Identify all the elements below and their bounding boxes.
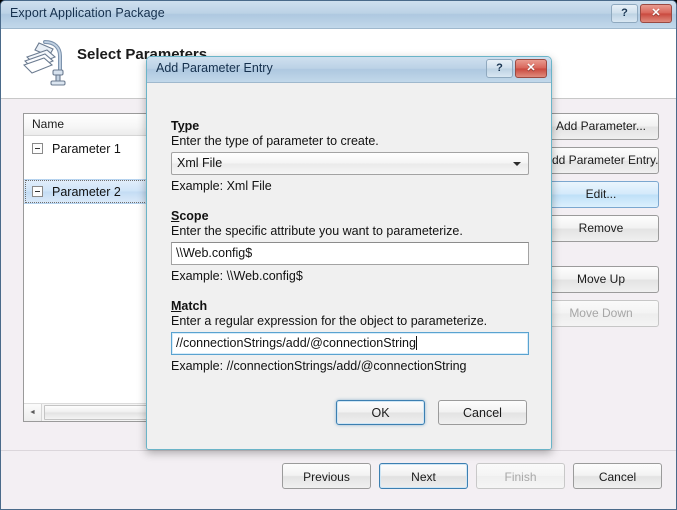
scope-example: Example: \\Web.config$ [171, 269, 303, 283]
dialog-body: Type Enter the type of parameter to crea… [147, 83, 551, 449]
match-example: Example: //connectionStrings/add/@connec… [171, 359, 467, 373]
package-clamp-icon [22, 40, 66, 86]
dialog-titlebar[interactable]: Add Parameter Entry ? ✕ [147, 57, 551, 83]
finish-button: Finish [476, 463, 565, 489]
dialog-ok-button[interactable]: OK [336, 400, 425, 425]
remove-button[interactable]: Remove [543, 215, 659, 242]
match-description: Enter a regular expression for the objec… [171, 314, 488, 328]
close-button[interactable]: ✕ [640, 4, 672, 23]
add-parameter-button[interactable]: Add Parameter... [543, 113, 659, 140]
dialog-help-button[interactable]: ? [486, 59, 513, 78]
wizard-footer-buttons: Previous Next Finish Cancel [282, 463, 662, 489]
type-select-value: Xml File [177, 156, 223, 170]
wizard-footer: Previous Next Finish Cancel [1, 450, 676, 509]
move-up-button[interactable]: Move Up [543, 266, 659, 293]
next-button[interactable]: Next [379, 463, 468, 489]
expander-icon[interactable] [32, 186, 43, 197]
dialog-title: Add Parameter Entry [156, 61, 273, 75]
match-input-value: //connectionStrings/add/@connectionStrin… [176, 336, 416, 350]
add-parameter-entry-button[interactable]: Add Parameter Entry... [543, 147, 659, 174]
expander-icon[interactable] [32, 143, 43, 154]
text-caret [415, 336, 417, 350]
chevron-down-icon[interactable] [513, 162, 521, 166]
match-field-group: Match Enter a regular expression for the… [171, 299, 529, 373]
scope-field-group: Scope Enter the specific attribute you w… [171, 209, 529, 283]
cancel-button[interactable]: Cancel [573, 463, 662, 489]
move-down-button: Move Down [543, 300, 659, 327]
match-input[interactable]: //connectionStrings/add/@connectionStrin… [171, 332, 529, 355]
help-button[interactable]: ? [611, 4, 638, 23]
previous-button[interactable]: Previous [282, 463, 371, 489]
type-label: Type [171, 119, 200, 133]
add-parameter-entry-dialog: Add Parameter Entry ? ✕ Type Enter the t… [146, 56, 552, 450]
scroll-left-icon[interactable]: ◄ [24, 404, 42, 421]
scope-input[interactable]: \\Web.config$ [171, 242, 529, 265]
dialog-cancel-button[interactable]: Cancel [438, 400, 527, 425]
screenshot-root: Export Application Package ? ✕ Select Pa… [0, 0, 677, 510]
side-button-column: Add Parameter... Add Parameter Entry... … [543, 113, 659, 327]
type-field-group: Type Enter the type of parameter to crea… [171, 119, 529, 193]
type-description: Enter the type of parameter to create. [171, 134, 379, 148]
dialog-close-button[interactable]: ✕ [515, 59, 547, 78]
scope-description: Enter the specific attribute you want to… [171, 224, 463, 238]
type-example: Example: Xml File [171, 179, 272, 193]
list-item-label: Parameter 1 [52, 141, 121, 156]
list-item-label: Parameter 2 [52, 184, 121, 199]
main-window-titlebar[interactable]: Export Application Package ? ✕ [1, 1, 676, 29]
main-window-title: Export Application Package [10, 6, 165, 20]
match-label: Match [171, 299, 208, 313]
dialog-titlebar-buttons: ? ✕ [486, 59, 547, 78]
main-window-titlebar-buttons: ? ✕ [611, 4, 672, 23]
edit-button[interactable]: Edit... [543, 181, 659, 208]
dialog-buttons: OK Cancel [336, 400, 527, 425]
column-header-name[interactable]: Name [32, 117, 64, 131]
type-select[interactable]: Xml File [171, 152, 529, 175]
scope-input-value: \\Web.config$ [176, 246, 253, 260]
scope-label: Scope [171, 209, 209, 223]
